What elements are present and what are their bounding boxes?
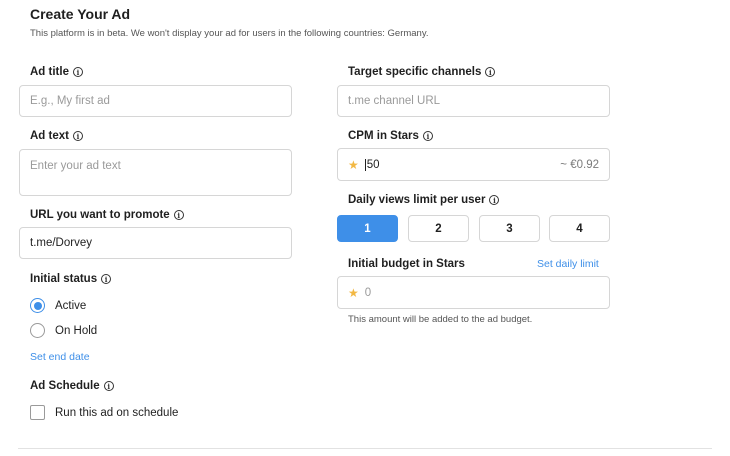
ad-text-label: Ad text i xyxy=(30,130,83,142)
initial-status-label-text: Initial status xyxy=(30,273,98,285)
daily-views-option-1[interactable]: 1 xyxy=(337,215,398,242)
daily-views-option-2[interactable]: 2 xyxy=(408,215,469,242)
page-title: Create Your Ad xyxy=(30,6,131,22)
radio-unchecked[interactable] xyxy=(30,323,45,338)
url-label: URL you want to promote i xyxy=(30,209,184,221)
daily-views-label: Daily views limit per user i xyxy=(348,194,500,206)
set-daily-limit-link[interactable]: Set daily limit xyxy=(537,258,599,270)
ad-title-input[interactable]: E.g., My first ad xyxy=(19,85,292,117)
cpm-label-text: CPM in Stars xyxy=(348,130,419,142)
info-icon[interactable]: i xyxy=(101,274,112,284)
status-option-label: Active xyxy=(55,299,87,312)
divider xyxy=(18,448,712,449)
cpm-input[interactable]: ★ 50 ~ €0.92 xyxy=(337,148,610,181)
beta-notice: This platform is in beta. We won't displ… xyxy=(30,28,429,39)
ad-text-label-text: Ad text xyxy=(30,130,69,142)
target-channels-label: Target specific channels i xyxy=(348,66,496,78)
info-icon[interactable]: i xyxy=(422,131,433,141)
text-caret xyxy=(364,158,366,171)
daily-views-label-text: Daily views limit per user xyxy=(348,194,486,206)
run-on-schedule-checkbox[interactable] xyxy=(30,405,45,420)
url-input[interactable]: t.me/Dorvey xyxy=(19,227,292,259)
cpm-value: 50 xyxy=(366,158,380,171)
url-value: t.me/Dorvey xyxy=(30,237,92,249)
budget-placeholder: 0 xyxy=(364,286,372,299)
url-label-text: URL you want to promote xyxy=(30,209,170,221)
ad-text-placeholder: Enter your ad text xyxy=(30,160,121,172)
ad-schedule-label: Ad Schedule i xyxy=(30,380,114,392)
run-on-schedule-row[interactable]: Run this ad on schedule xyxy=(30,405,178,420)
target-channels-input[interactable]: t.me channel URL xyxy=(337,85,610,117)
radio-checked[interactable] xyxy=(30,298,45,313)
info-icon[interactable]: i xyxy=(72,131,83,141)
budget-input[interactable]: ★ 0 xyxy=(337,276,610,309)
info-icon[interactable]: i xyxy=(103,381,114,391)
status-option-on-hold[interactable]: On Hold xyxy=(30,323,97,338)
info-icon[interactable]: i xyxy=(72,67,83,77)
ad-text-input[interactable]: Enter your ad text xyxy=(19,149,292,196)
budget-label: Initial budget in Stars xyxy=(348,258,465,270)
target-channels-placeholder: t.me channel URL xyxy=(348,95,441,107)
star-icon: ★ xyxy=(348,285,359,300)
ad-title-placeholder: E.g., My first ad xyxy=(30,95,110,107)
status-option-label: On Hold xyxy=(55,324,98,337)
info-icon[interactable]: i xyxy=(489,195,500,205)
status-option-active[interactable]: Active xyxy=(30,298,86,313)
budget-note: This amount will be added to the ad budg… xyxy=(348,314,533,325)
ad-schedule-label-text: Ad Schedule xyxy=(30,380,100,392)
cpm-label: CPM in Stars i xyxy=(348,130,433,142)
run-on-schedule-label: Run this ad on schedule xyxy=(55,406,179,419)
daily-views-option-3[interactable]: 3 xyxy=(479,215,540,242)
ad-title-label-text: Ad title xyxy=(30,66,69,78)
cpm-fiat-value: ~ €0.92 xyxy=(560,158,599,171)
set-end-date-link[interactable]: Set end date xyxy=(30,351,90,363)
daily-views-option-4[interactable]: 4 xyxy=(549,215,610,242)
info-icon[interactable]: i xyxy=(485,67,496,77)
initial-status-label: Initial status i xyxy=(30,273,112,285)
star-icon: ★ xyxy=(348,157,359,172)
info-icon[interactable]: i xyxy=(173,210,184,220)
ad-title-label: Ad title i xyxy=(30,66,83,78)
target-channels-label-text: Target specific channels xyxy=(348,66,482,78)
